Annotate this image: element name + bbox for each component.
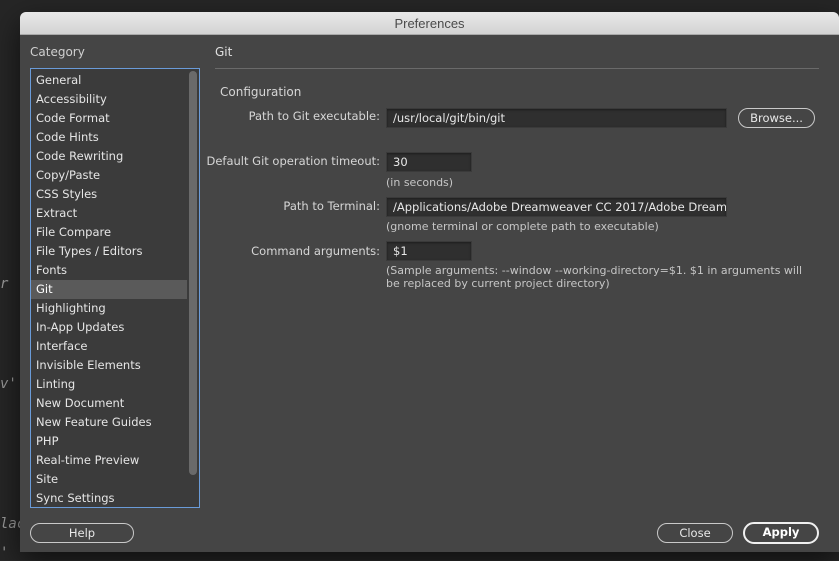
category-item-new-document[interactable]: New Document bbox=[31, 394, 187, 413]
section-label: Configuration bbox=[220, 85, 301, 99]
category-item-code-hints[interactable]: Code Hints bbox=[31, 128, 187, 147]
terminal-label: Path to Terminal: bbox=[20, 199, 380, 213]
background-code-line: v' bbox=[0, 376, 17, 392]
terminal-input[interactable] bbox=[386, 197, 727, 217]
category-list: GeneralAccessibilityCode FormatCode Hint… bbox=[30, 68, 200, 508]
category-item-general[interactable]: General bbox=[31, 71, 187, 90]
preferences-dialog: Preferences Category GeneralAccessibilit… bbox=[20, 12, 839, 552]
category-item-php[interactable]: PHP bbox=[31, 432, 187, 451]
background-code-line: ' bbox=[0, 545, 8, 561]
help-button[interactable]: Help bbox=[30, 523, 134, 543]
category-item-file-compare[interactable]: File Compare bbox=[31, 223, 187, 242]
browse-button[interactable]: Browse... bbox=[738, 108, 815, 128]
category-item-fonts[interactable]: Fonts bbox=[31, 261, 187, 280]
apply-button[interactable]: Apply bbox=[743, 522, 819, 544]
category-label: Category bbox=[30, 45, 85, 59]
category-item-site[interactable]: Site bbox=[31, 470, 187, 489]
dialog-title: Preferences bbox=[20, 12, 839, 35]
git-path-label: Path to Git executable: bbox=[20, 109, 380, 123]
terminal-hint: (gnome terminal or complete path to exec… bbox=[386, 220, 659, 233]
panel-divider bbox=[215, 68, 819, 69]
background-code-line: r bbox=[0, 276, 8, 292]
category-item-new-feature-guides[interactable]: New Feature Guides bbox=[31, 413, 187, 432]
close-button[interactable]: Close bbox=[657, 523, 733, 543]
category-item-interface[interactable]: Interface bbox=[31, 337, 187, 356]
git-path-input[interactable] bbox=[386, 108, 727, 128]
category-item-git[interactable]: Git bbox=[31, 280, 187, 299]
args-hint-line2: be replaced by current project directory… bbox=[386, 277, 610, 290]
category-item-sync-settings[interactable]: Sync Settings bbox=[31, 489, 187, 508]
category-item-invisible-elements[interactable]: Invisible Elements bbox=[31, 356, 187, 375]
timeout-input[interactable] bbox=[386, 152, 472, 172]
timeout-label: Default Git operation timeout: bbox=[20, 154, 380, 168]
category-item-linting[interactable]: Linting bbox=[31, 375, 187, 394]
category-item-copy-paste[interactable]: Copy/Paste bbox=[31, 166, 187, 185]
category-scrollbar[interactable] bbox=[189, 71, 197, 475]
category-item-real-time-preview[interactable]: Real-time Preview bbox=[31, 451, 187, 470]
args-label: Command arguments: bbox=[20, 244, 380, 258]
args-input[interactable] bbox=[386, 241, 472, 261]
category-item-accessibility[interactable]: Accessibility bbox=[31, 90, 187, 109]
category-item-highlighting[interactable]: Highlighting bbox=[31, 299, 187, 318]
args-hint-line1: (Sample arguments: --window --working-di… bbox=[386, 264, 802, 277]
panel-title: Git bbox=[215, 45, 232, 59]
category-item-in-app-updates[interactable]: In-App Updates bbox=[31, 318, 187, 337]
timeout-hint: (in seconds) bbox=[386, 176, 453, 189]
